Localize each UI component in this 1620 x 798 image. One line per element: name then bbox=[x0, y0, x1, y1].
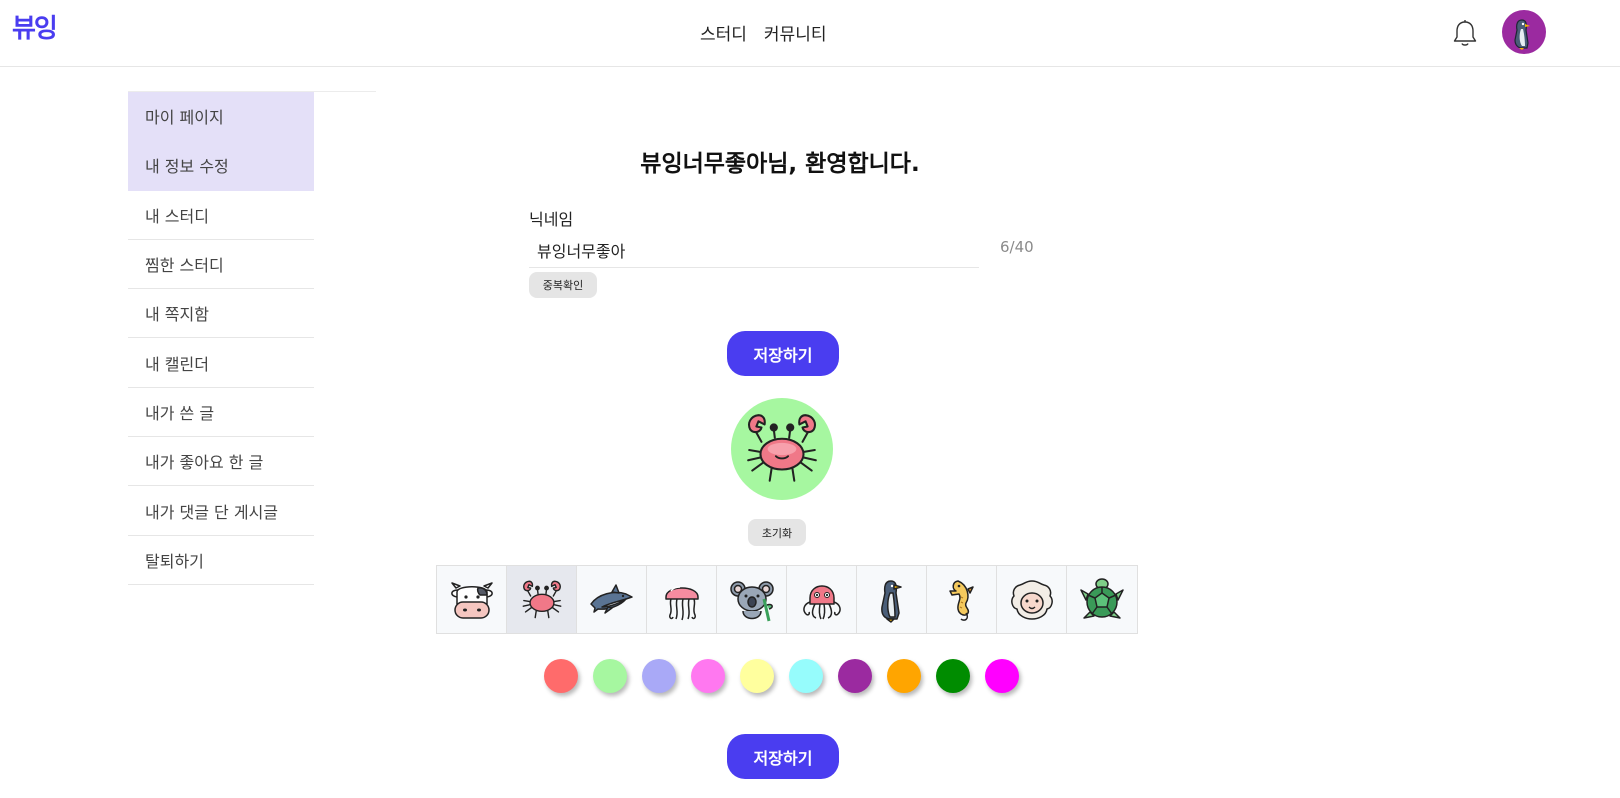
crab-icon bbox=[522, 580, 561, 618]
color-swatch[interactable] bbox=[691, 659, 725, 693]
color-swatch[interactable] bbox=[740, 659, 774, 693]
reset-button[interactable]: 초기화 bbox=[748, 519, 806, 546]
color-swatch[interactable] bbox=[838, 659, 872, 693]
logo[interactable]: 뷰잉 bbox=[12, 8, 58, 45]
save-profile-button[interactable]: 저장하기 bbox=[727, 734, 839, 779]
color-swatch[interactable] bbox=[985, 659, 1019, 693]
bell-icon[interactable] bbox=[1452, 18, 1478, 48]
sidebar-item-liked-posts[interactable]: 내가 좋아요 한 글 bbox=[128, 437, 314, 487]
octopus-icon bbox=[802, 584, 841, 619]
nickname-char-count: 6/40 bbox=[1000, 238, 1034, 256]
sidebar-item-my-study[interactable]: 내 스터디 bbox=[128, 191, 314, 240]
sheep-icon bbox=[1010, 579, 1053, 620]
color-swatch[interactable] bbox=[887, 659, 921, 693]
duplicate-check-button[interactable]: 중복확인 bbox=[529, 272, 597, 298]
seahorse-icon bbox=[948, 579, 974, 621]
sidebar-item-saved-study[interactable]: 찜한 스터디 bbox=[128, 240, 314, 290]
header: 뷰잉 스터디 커뮤니티 bbox=[0, 0, 1620, 67]
sidebar-item-edit-profile[interactable]: 내 정보 수정 bbox=[128, 141, 314, 191]
nav-community[interactable]: 커뮤니티 bbox=[764, 20, 827, 45]
animal-option-sheep[interactable] bbox=[997, 566, 1067, 633]
animal-option-jellyfish[interactable] bbox=[647, 566, 717, 633]
color-swatch[interactable] bbox=[642, 659, 676, 693]
animal-option-turtle[interactable] bbox=[1067, 566, 1137, 633]
profile-preview bbox=[731, 398, 833, 500]
sidebar-item-commented-posts[interactable]: 내가 댓글 단 게시글 bbox=[128, 486, 314, 536]
koala-icon bbox=[729, 580, 774, 621]
animal-option-cow[interactable] bbox=[437, 566, 507, 633]
turtle-icon bbox=[1080, 577, 1124, 619]
sidebar-item-my-page[interactable]: 마이 페이지 bbox=[128, 92, 314, 142]
color-swatch[interactable] bbox=[544, 659, 578, 693]
crab-icon bbox=[747, 414, 817, 482]
cow-icon bbox=[450, 581, 493, 619]
avatar[interactable] bbox=[1502, 10, 1546, 54]
nickname-input[interactable] bbox=[529, 232, 979, 268]
save-nickname-button[interactable]: 저장하기 bbox=[727, 331, 839, 376]
sidebar-item-withdraw[interactable]: 탈퇴하기 bbox=[128, 536, 314, 585]
page-title: 뷰잉너무좋아님, 환영합니다. bbox=[640, 151, 920, 177]
color-picker bbox=[544, 659, 1019, 693]
penguin-icon bbox=[880, 579, 902, 623]
animal-option-crab[interactable] bbox=[507, 566, 577, 633]
animal-option-penguin[interactable] bbox=[857, 566, 927, 633]
penguin-icon bbox=[1514, 19, 1530, 50]
color-swatch[interactable] bbox=[789, 659, 823, 693]
dolphin-icon bbox=[589, 583, 633, 614]
animal-option-octopus[interactable] bbox=[787, 566, 857, 633]
jellyfish-icon bbox=[664, 585, 699, 620]
nav-study[interactable]: 스터디 bbox=[700, 20, 747, 45]
sidebar-item-calendar[interactable]: 내 캘린더 bbox=[128, 338, 314, 388]
nickname-label: 닉네임 bbox=[529, 210, 574, 229]
color-swatch[interactable] bbox=[936, 659, 970, 693]
animal-option-koala[interactable] bbox=[717, 566, 787, 633]
sidebar: 마이 페이지 내 정보 수정 내 스터디 찜한 스터디 내 쪽지함 내 캘린더 … bbox=[128, 92, 314, 585]
top-nav: 스터디 커뮤니티 bbox=[700, 20, 826, 45]
sidebar-item-my-posts[interactable]: 내가 쓴 글 bbox=[128, 388, 314, 438]
animal-picker bbox=[436, 565, 1138, 634]
animal-option-dolphin[interactable] bbox=[577, 566, 647, 633]
animal-option-seahorse[interactable] bbox=[927, 566, 997, 633]
color-swatch[interactable] bbox=[593, 659, 627, 693]
sidebar-item-messages[interactable]: 내 쪽지함 bbox=[128, 289, 314, 339]
